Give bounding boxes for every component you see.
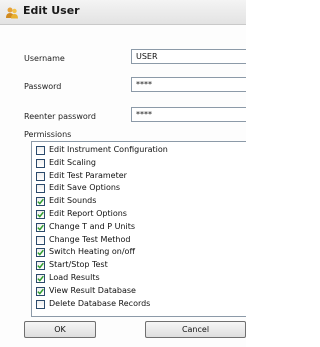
permission-label: Load Results (49, 273, 100, 282)
checkbox-unchecked[interactable] (36, 171, 45, 181)
edit-user-dialog: Edit User Username USER Password **** Re… (0, 0, 246, 347)
checkbox-checked[interactable] (36, 261, 45, 271)
permission-item[interactable]: Change T and P Units (36, 222, 246, 232)
permissions-list: Edit Instrument Configuration Edit Scalin… (31, 141, 246, 317)
password-field[interactable]: **** (131, 77, 246, 92)
users-icon (5, 5, 19, 19)
cancel-button[interactable]: Cancel (145, 321, 246, 338)
checkbox-unchecked[interactable] (36, 235, 45, 245)
checkbox-checked[interactable] (36, 274, 45, 283)
checkbox-unchecked[interactable] (36, 158, 45, 168)
permission-item[interactable]: Edit Sounds (36, 196, 246, 207)
permission-label: Edit Sounds (49, 196, 97, 206)
title-bar[interactable]: Edit User (0, 0, 246, 25)
permission-item[interactable]: View Result Database (36, 286, 246, 296)
window-title: Edit User (23, 4, 80, 17)
permission-label: Change Test Method (49, 234, 131, 244)
permission-item[interactable]: Edit Test Parameter (36, 171, 246, 181)
checkbox-checked[interactable] (36, 286, 45, 296)
permission-item[interactable]: Edit Instrument Configuration (36, 145, 246, 155)
permission-label: Edit Test Parameter (49, 170, 127, 180)
username-field[interactable]: USER (131, 49, 246, 64)
reenter-password-field[interactable]: **** (131, 107, 246, 122)
checkbox-checked[interactable] (36, 248, 45, 258)
permission-label: Edit Save Options (49, 183, 121, 193)
permission-item[interactable]: Start/Stop Test (36, 260, 246, 271)
permission-label: Delete Database Records (49, 298, 151, 308)
permission-item[interactable]: Switch Heating on/off (36, 247, 246, 258)
checkbox-unchecked[interactable] (36, 184, 45, 194)
reenter-password-label: Reenter password (24, 112, 96, 121)
checkbox-checked[interactable] (36, 210, 45, 219)
permission-item[interactable]: Edit Report Options (36, 209, 246, 219)
checkbox-unchecked[interactable] (36, 146, 45, 155)
permission-item[interactable]: Load Results (36, 273, 246, 283)
permission-label: Switch Heating on/off (49, 247, 135, 257)
password-label: Password (24, 82, 62, 91)
permission-label: Edit Scaling (49, 157, 97, 167)
permission-item[interactable]: Change Test Method (36, 235, 246, 245)
permission-label: Start/Stop Test (49, 260, 108, 270)
permission-item[interactable]: Edit Scaling (36, 158, 246, 168)
permission-label: Edit Instrument Configuration (49, 145, 168, 154)
permission-item[interactable]: Edit Save Options (36, 183, 246, 194)
checkbox-checked[interactable] (36, 222, 45, 232)
permission-item[interactable]: Delete Database Records (36, 299, 246, 309)
username-label: Username (24, 54, 65, 63)
permissions-label: Permissions (24, 130, 72, 139)
checkbox-checked[interactable] (36, 197, 45, 207)
permission-label: View Result Database (49, 285, 136, 295)
ok-button[interactable]: OK (24, 321, 96, 338)
checkbox-unchecked[interactable] (36, 299, 45, 309)
permission-label: Edit Report Options (49, 209, 127, 218)
permission-label: Change T and P Units (49, 221, 136, 231)
